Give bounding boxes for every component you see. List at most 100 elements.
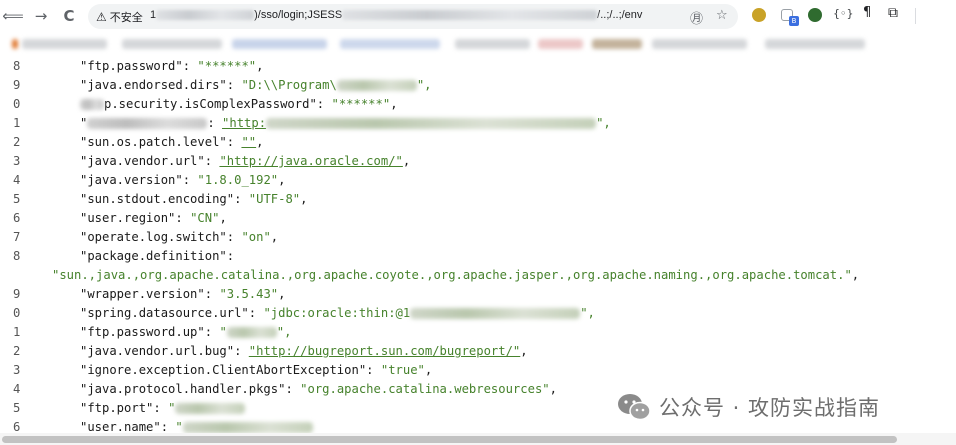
json-entry: ": "http: ", <box>80 114 611 133</box>
address-bar[interactable]: ⚠ 不安全 1)/sso/login;JSESS/..;/..;/env ㊊ ☆ <box>88 4 738 29</box>
extension-badge: B <box>789 16 799 26</box>
url-suffix: /..;/..;/env <box>597 9 643 21</box>
json-value-link[interactable]: "" <box>241 135 256 149</box>
json-value-link[interactable]: "http: <box>222 116 266 130</box>
bookmark-item[interactable] <box>122 39 222 49</box>
colon-separator: : <box>226 249 242 263</box>
json-value: "jdbc:oracle:thin:@1 <box>263 306 411 320</box>
json-key: "spring.datasource.url" <box>80 306 249 320</box>
colon-separator: : <box>182 173 198 187</box>
json-value-link[interactable]: "http://bugreport.sun.com/bugreport/" <box>249 344 521 358</box>
colon-separator: : <box>285 382 301 396</box>
json-key: "wrapper.version" <box>80 287 205 301</box>
json-value: "******" <box>197 59 257 73</box>
watermark-text: 公众号 · 攻防实战指南 <box>659 396 881 420</box>
line-number: 8 <box>13 59 21 73</box>
scrollbar-thumb[interactable] <box>2 436 897 443</box>
bookmark-item[interactable] <box>232 39 327 49</box>
bookmark-item[interactable] <box>22 39 107 49</box>
line-number: 0 <box>13 306 21 320</box>
colon-separator: : <box>226 135 242 149</box>
json-value: "org.apache.catalina.webresources" <box>300 382 550 396</box>
json-punctuation: , <box>390 97 398 111</box>
bookmark-item[interactable] <box>455 39 530 49</box>
redacted-value <box>410 308 581 319</box>
paragraph-icon[interactable]: ¶ <box>863 5 871 20</box>
toolbar-divider <box>915 8 916 24</box>
line-number: 1 <box>13 116 21 130</box>
line-number: 3 <box>13 363 21 377</box>
line-number: 1 <box>13 325 21 339</box>
bookmark-item[interactable] <box>340 39 440 49</box>
redacted-value <box>175 403 246 414</box>
json-value: "3.5.43" <box>219 287 279 301</box>
translate-icon[interactable]: ㊊ <box>690 8 703 27</box>
horizontal-scrollbar[interactable] <box>0 433 956 445</box>
code-extension-icon[interactable]: {◦} <box>833 7 854 20</box>
json-line: 8 "ftp.password": "******", <box>0 57 956 76</box>
colon-separator: : <box>204 154 220 168</box>
json-value: "UTF-8" <box>248 192 301 206</box>
json-punctuation: , <box>520 344 528 358</box>
json-key: "java.vendor.url" <box>80 154 205 168</box>
line-number: 2 <box>13 135 21 149</box>
json-value: "sun.,java.,org.apache.catalina.,org.apa… <box>52 268 852 282</box>
json-punctuation: , <box>278 173 286 187</box>
url-text[interactable]: 1)/sso/login;JSESS/..;/..;/env <box>150 9 642 21</box>
json-entry: "ftp.password.up": " ", <box>80 323 291 342</box>
forward-icon[interactable]: → <box>31 6 51 26</box>
bookmark-item[interactable] <box>592 39 642 49</box>
json-entry: "ftp.password": "******", <box>80 57 263 76</box>
json-line: 2 "java.vendor.url.bug": "http://bugrepor… <box>0 342 956 361</box>
json-value: "1.8.0_192" <box>197 173 279 187</box>
json-key: "ftp.password" <box>80 59 183 73</box>
json-punctuation: , <box>256 59 264 73</box>
json-value-link[interactable]: "http://java.oracle.com/" <box>219 154 402 168</box>
line-number: 6 <box>13 211 21 225</box>
line-number: 7 <box>13 230 21 244</box>
json-value: " <box>175 420 183 433</box>
json-punctuation: , <box>256 135 264 149</box>
bookmark-favicon[interactable] <box>12 39 18 49</box>
warning-icon: ⚠ <box>96 10 107 24</box>
back-icon[interactable]: ⟸ <box>2 6 24 26</box>
security-indicator[interactable]: ⚠ 不安全 <box>96 9 143 25</box>
colon-separator: : <box>234 192 249 206</box>
colon-separator: : <box>234 344 249 358</box>
json-entry: "user.region": "CN", <box>80 209 227 228</box>
json-key: "java.vendor.url.bug" <box>80 344 235 358</box>
json-entry: p.security.isComplexPassword": "******", <box>80 95 398 114</box>
json-key: " <box>80 116 88 130</box>
json-line: 3 "java.vendor.url": "http://java.oracle.… <box>0 152 956 171</box>
json-line: 8 "package.definition": <box>0 247 956 266</box>
puzzle-icon[interactable]: ⧉ <box>888 5 898 21</box>
json-value: "CN" <box>190 211 220 225</box>
json-entry: "user.name": " <box>80 418 313 433</box>
bookmark-item[interactable] <box>538 39 583 49</box>
wechat-icon <box>618 394 651 421</box>
json-viewer: 8 "ftp.password": "******", 9 "java.endorse… <box>0 55 956 433</box>
line-number: 5 <box>13 192 21 206</box>
redacted-value <box>182 422 313 433</box>
json-punctuation: ", <box>580 306 595 320</box>
bookmark-item[interactable] <box>765 39 865 49</box>
json-value: "on" <box>241 230 271 244</box>
star-icon[interactable]: ☆ <box>716 8 728 23</box>
colon-separator: : <box>153 401 169 415</box>
redacted-value <box>266 118 597 129</box>
bookmark-item[interactable] <box>652 39 747 49</box>
reload-icon[interactable]: C <box>59 6 79 26</box>
json-punctuation: , <box>278 287 286 301</box>
json-key: "operate.log.switch" <box>80 230 227 244</box>
json-punctuation: , <box>424 363 433 377</box>
extension-yellow-icon[interactable] <box>752 8 766 22</box>
line-number: 9 <box>13 287 21 301</box>
json-entry: "wrapper.version": "3.5.43", <box>80 285 285 304</box>
json-key: "ftp.password.up" <box>80 325 205 339</box>
json-line: "sun.,java.,org.apache.catalina.,org.apa… <box>0 266 956 285</box>
line-number: 6 <box>13 420 21 433</box>
json-entry: "java.vendor.url.bug": "http://bugreport… <box>80 342 528 361</box>
redacted-key-part <box>87 118 208 129</box>
json-punctuation: , <box>549 382 557 396</box>
extension-green-icon[interactable] <box>808 8 822 22</box>
